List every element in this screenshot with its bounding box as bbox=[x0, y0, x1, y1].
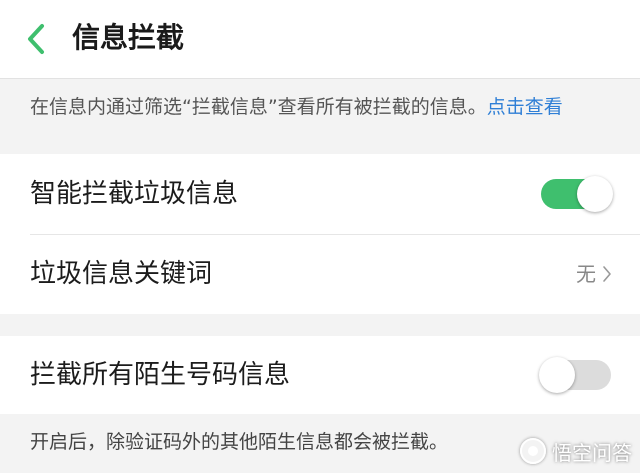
settings-group-spam: 智能拦截垃圾信息 垃圾信息关键词 无 bbox=[0, 154, 640, 314]
toggle-knob bbox=[539, 357, 575, 393]
spam-keywords-row[interactable]: 垃圾信息关键词 无 bbox=[0, 234, 640, 314]
back-button[interactable] bbox=[22, 22, 50, 56]
spam-keywords-label: 垃圾信息关键词 bbox=[30, 259, 213, 289]
smart-block-row[interactable]: 智能拦截垃圾信息 bbox=[0, 154, 640, 234]
page-title: 信息拦截 bbox=[72, 21, 185, 54]
strangers-note: 开启后，除验证码外的其他陌生信息都会被拦截。 bbox=[30, 431, 449, 453]
view-blocked-link[interactable]: 点击查看 bbox=[487, 96, 563, 118]
block-strangers-label: 拦截所有陌生号码信息 bbox=[30, 360, 291, 390]
smart-block-toggle[interactable] bbox=[541, 176, 613, 212]
filter-hint: 在信息内通过筛选“拦截信息”查看所有被拦截的信息。点击查看 bbox=[30, 92, 563, 122]
chevron-left-icon bbox=[28, 24, 44, 54]
smart-block-label: 智能拦截垃圾信息 bbox=[30, 179, 239, 209]
watermark-text: 悟空问答 bbox=[552, 440, 632, 465]
filter-hint-text: 在信息内通过筛选“拦截信息”查看所有被拦截的信息。 bbox=[30, 96, 487, 118]
watermark-logo-icon bbox=[520, 438, 546, 464]
block-strangers-row[interactable]: 拦截所有陌生号码信息 bbox=[0, 336, 640, 414]
settings-group-strangers: 拦截所有陌生号码信息 bbox=[0, 336, 640, 414]
block-strangers-toggle[interactable] bbox=[539, 357, 611, 393]
toggle-knob bbox=[577, 176, 613, 212]
spam-keywords-value: 无 bbox=[576, 262, 596, 286]
watermark: 悟空问答 bbox=[520, 435, 632, 467]
chevron-right-icon bbox=[603, 266, 611, 282]
app-header: 信息拦截 bbox=[0, 0, 640, 79]
